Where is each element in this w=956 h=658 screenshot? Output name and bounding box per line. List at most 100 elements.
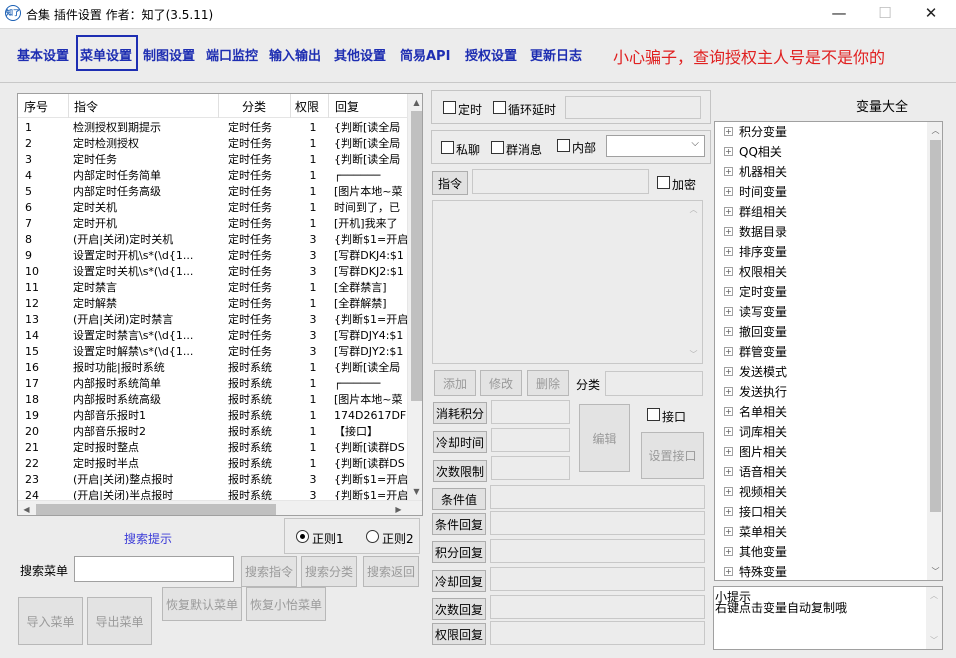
table-row[interactable]: 19 内部音乐报时1 报时系统 1 174D2617DFEA	[18, 408, 407, 424]
expand-icon[interactable]: +	[724, 287, 733, 296]
expand-icon[interactable]: +	[724, 307, 733, 316]
tab-auth-settings[interactable]: 授权设置	[465, 45, 517, 64]
condition-reply-input[interactable]	[490, 511, 705, 535]
tree-item[interactable]: + 名单相关	[715, 402, 927, 422]
tree-item[interactable]: + 发送执行	[715, 382, 927, 402]
header-permission[interactable]: 权限	[295, 98, 319, 115]
search-back-button[interactable]: 搜索返回	[363, 556, 419, 587]
table-row[interactable]: 20 内部音乐报时2 报时系统 1 【接口】	[18, 424, 407, 440]
scroll-down-icon[interactable]: ﹀	[926, 632, 942, 649]
expand-icon[interactable]: +	[724, 407, 733, 416]
api-checkbox[interactable]	[647, 408, 660, 421]
tree-item[interactable]: + 图片相关	[715, 442, 927, 462]
tree-item[interactable]: + 菜单相关	[715, 522, 927, 542]
table-row[interactable]: 22 定时报时半点 报时系统 1 {判断[读群DS	[18, 456, 407, 472]
expand-icon[interactable]: +	[724, 327, 733, 336]
expand-icon[interactable]: +	[724, 207, 733, 216]
expand-icon[interactable]: +	[724, 447, 733, 456]
tab-basic-settings[interactable]: 基本设置	[17, 45, 69, 64]
permission-reply-button[interactable]: 权限回复	[432, 623, 486, 645]
scroll-thumb[interactable]	[930, 140, 941, 512]
table-row[interactable]: 23 (开启|关闭)整点报时 报时系统 3 {判断$1=开启	[18, 472, 407, 488]
table-row[interactable]: 17 内部报时系统简单 报时系统 1 ┌──────	[18, 376, 407, 392]
tree-item[interactable]: + 视频相关	[715, 482, 927, 502]
expand-icon[interactable]: +	[724, 507, 733, 516]
table-row[interactable]: 14 设置定时禁言\s*(\d{1... 定时任务 3 [写群DJY4:$1	[18, 328, 407, 344]
expand-icon[interactable]: +	[724, 167, 733, 176]
regex1-label[interactable]: 正则1	[312, 530, 344, 547]
expand-icon[interactable]: +	[724, 227, 733, 236]
tree-item[interactable]: + QQ相关	[715, 142, 927, 162]
tree-item[interactable]: + 撤回变量	[715, 322, 927, 342]
table-row[interactable]: 15 设置定时解禁\s*(\d{1... 定时任务 3 [写群DJY2:$1	[18, 344, 407, 360]
expand-icon[interactable]: +	[724, 467, 733, 476]
cooldown-reply-button[interactable]: 冷却回复	[432, 570, 486, 592]
tree-item[interactable]: + 语音相关	[715, 462, 927, 482]
count-limit-input[interactable]	[491, 456, 570, 480]
tree-item[interactable]: + 机器相关	[715, 162, 927, 182]
tree-item[interactable]: + 排序变量	[715, 242, 927, 262]
modify-button[interactable]: 修改	[480, 370, 522, 396]
command-button[interactable]: 指令	[432, 171, 468, 195]
timer-checkbox[interactable]	[443, 101, 456, 114]
tab-port-monitor[interactable]: 端口监控	[206, 45, 258, 64]
consume-points-button[interactable]: 消耗积分	[433, 402, 487, 424]
internal-select[interactable]: ⌵	[606, 135, 705, 157]
expand-icon[interactable]: +	[724, 267, 733, 276]
scroll-right-icon[interactable]: ▶	[390, 501, 407, 515]
table-row[interactable]: 8 (开启|关闭)定时关机 定时任务 3 {判断$1=开启	[18, 232, 407, 248]
search-command-button[interactable]: 搜索指令	[241, 556, 297, 587]
condition-value-input[interactable]	[490, 485, 705, 509]
tab-changelog[interactable]: 更新日志	[530, 45, 582, 64]
loop-delay-label[interactable]: 循环延时	[508, 101, 556, 118]
cooldown-reply-input[interactable]	[490, 567, 705, 591]
private-chat-checkbox[interactable]	[441, 141, 454, 154]
tree-item[interactable]: + 时间变量	[715, 182, 927, 202]
expand-icon[interactable]: +	[724, 547, 733, 556]
count-limit-button[interactable]: 次数限制	[433, 460, 487, 482]
tab-other-settings[interactable]: 其他设置	[334, 45, 386, 64]
tree-item[interactable]: + 接口相关	[715, 502, 927, 522]
table-row[interactable]: 21 定时报时整点 报时系统 1 {判断[读群DS	[18, 440, 407, 456]
table-row[interactable]: 2 定时检测授权 定时任务 1 {判断[读全局	[18, 136, 407, 152]
scroll-down-icon[interactable]: ▼	[408, 483, 422, 500]
table-row[interactable]: 9 设置定时开机\s*(\d{1... 定时任务 3 [写群DKJ4:$1	[18, 248, 407, 264]
encrypt-checkbox[interactable]	[657, 176, 670, 189]
header-index[interactable]: 序号	[24, 98, 48, 115]
cooldown-button[interactable]: 冷却时间	[433, 431, 487, 453]
expand-icon[interactable]: +	[724, 367, 733, 376]
textarea-scrollbar[interactable]: ︿ ﹀	[685, 201, 702, 363]
header-category[interactable]: 分类	[242, 98, 266, 115]
tree-item[interactable]: + 定时变量	[715, 282, 927, 302]
cooldown-input[interactable]	[491, 428, 570, 452]
close-button[interactable]: ✕	[908, 0, 954, 28]
timer-label[interactable]: 定时	[458, 101, 482, 118]
edit-button[interactable]: 编辑	[579, 404, 630, 472]
table-row[interactable]: 1 检测授权到期提示 定时任务 1 {判断[读全局	[18, 120, 407, 136]
tree-item[interactable]: + 词库相关	[715, 422, 927, 442]
table-row[interactable]: 11 定时禁言 定时任务 1 [全群禁言]	[18, 280, 407, 296]
scroll-thumb[interactable]	[411, 111, 422, 401]
group-message-label[interactable]: 群消息	[506, 141, 542, 158]
expand-icon[interactable]: +	[724, 347, 733, 356]
scroll-up-icon[interactable]: ︿	[927, 122, 942, 139]
table-row[interactable]: 10 设置定时关机\s*(\d{1... 定时任务 3 [写群DKJ2:$1	[18, 264, 407, 280]
variables-tree[interactable]: + 积分变量 + QQ相关 + 机器相关 + 时间变量 + 群组相关 + 数据目录 + 排序变量 + 权限相关…	[714, 121, 943, 581]
list-horizontal-scrollbar[interactable]: ◀ ▶	[18, 500, 422, 515]
header-reply[interactable]: 回复	[335, 98, 359, 115]
table-row[interactable]: 13 (开启|关闭)定时禁言 定时任务 3 {判断$1=开启	[18, 312, 407, 328]
scroll-down-icon[interactable]: ﹀	[927, 563, 942, 580]
delete-button[interactable]: 删除	[527, 370, 569, 396]
tree-item[interactable]: + 积分变量	[715, 122, 927, 142]
tree-item[interactable]: + 特殊变量	[715, 562, 927, 580]
api-label[interactable]: 接口	[662, 408, 686, 425]
loop-delay-checkbox[interactable]	[493, 101, 506, 114]
scroll-left-icon[interactable]: ◀	[18, 501, 35, 515]
private-chat-label[interactable]: 私聊	[456, 141, 480, 158]
expand-icon[interactable]: +	[724, 487, 733, 496]
command-list[interactable]: 序号 指令 分类 权限 回复 1 检测授权到期提示 定时任务 1 {判断[读全局 2 定时检…	[17, 93, 423, 516]
maximize-button[interactable]: ☐	[862, 0, 908, 28]
table-row[interactable]: 5 内部定时任务高级 定时任务 1 [图片本地~菜	[18, 184, 407, 200]
restore-xiaoyi-menu-button[interactable]: 恢复小怡菜单	[246, 587, 326, 621]
tree-item[interactable]: + 读写变量	[715, 302, 927, 322]
